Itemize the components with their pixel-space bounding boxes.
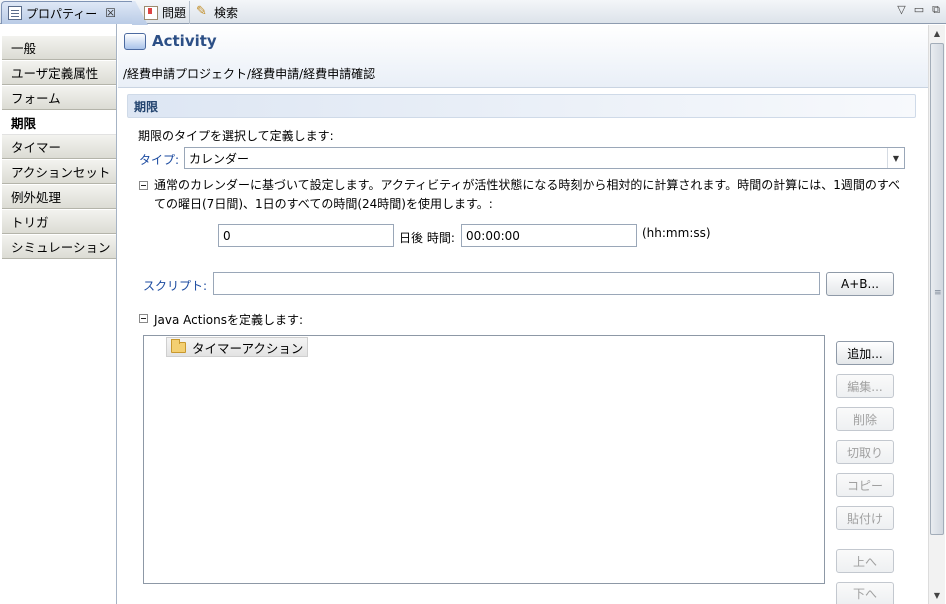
days-input[interactable]: 0 [218,224,394,247]
sidebar-item-trigger[interactable]: トリガ [2,210,116,234]
cut-button[interactable]: 切取り [836,440,894,464]
java-actions-list[interactable]: タイマーアクション [143,335,825,584]
sidebar-item-form[interactable]: フォーム [2,86,116,110]
deadline-intro: 期限のタイプを選択して定義します: [138,129,334,143]
page-title: Activity [152,32,217,50]
sidebar-item-deadline[interactable]: 期限 [2,111,116,135]
sidebar-item-exception[interactable]: 例外処理 [2,185,116,209]
close-icon[interactable]: ☒ [105,6,116,20]
grip-icon: ≡ [934,288,942,298]
copy-button[interactable]: コピー [836,473,894,497]
list-item-label: タイマーアクション [192,340,304,356]
paste-button[interactable]: 貼付け [836,506,894,530]
tab-search[interactable]: 検索 [189,1,244,24]
properties-header: Activity /経費申請プロジェクト/経費申請/経費申請確認 [118,25,928,88]
sidebar-item-user-attributes[interactable]: ユーザ定義属性 [2,61,116,85]
scrollbar-thumb[interactable]: ≡ [930,43,944,535]
scroll-up-icon[interactable]: ▲ [929,25,945,42]
maximize-icon[interactable]: ⧉ [932,3,940,17]
tab-properties-label: プロパティー [26,6,98,21]
tab-problems[interactable]: 問題 [138,1,192,24]
element-path: /経費申請プロジェクト/経費申請/経費申請確認 [123,67,376,81]
tab-search-label: 検索 [214,6,239,20]
section-header-deadline: 期限 [127,94,916,118]
script-editor-button[interactable]: A+B... [826,272,894,296]
sidebar-item-general[interactable]: 一般 [2,36,116,60]
properties-icon [8,6,22,20]
collapse-icon[interactable] [139,181,148,190]
search-icon [196,4,210,20]
time-format-hint: (hh:mm:ss) [642,226,711,240]
type-select[interactable]: カレンダー ▼ [184,147,905,169]
java-actions-label: Java Actionsを定義します: [154,313,304,327]
sidebar-item-action-set[interactable]: アクションセット [2,160,116,184]
problems-icon [144,5,158,20]
property-sidebar: 一般 ユーザ定義属性 フォーム 期限 タイマー アクションセット 例外処理 トリ… [0,24,117,604]
vertical-scrollbar[interactable]: ▲ ≡ ▼ [928,25,945,604]
folder-open-icon [171,338,186,353]
minimize-icon[interactable]: ▭ [914,3,924,17]
activity-icon [124,33,146,50]
type-label: タイプ: [139,153,180,167]
move-down-button[interactable]: 下へ [836,582,894,604]
sidebar-item-simulation[interactable]: シミュレーション [2,235,116,259]
move-up-button[interactable]: 上へ [836,549,894,573]
script-input[interactable] [213,272,820,295]
edit-button[interactable]: 編集... [836,374,894,398]
view-tab-bar: プロパティー ☒ 問題 検索 ▽ ▭ ⧉ [0,0,946,24]
collapse-icon[interactable] [139,314,148,323]
tab-properties[interactable]: プロパティー ☒ [1,1,135,24]
scroll-down-icon[interactable]: ▼ [929,587,945,604]
view-menu-icon[interactable]: ▽ [897,3,905,17]
days-after-label: 日後 時間: [399,231,455,245]
time-input[interactable]: 00:00:00 [461,224,637,247]
type-select-value: カレンダー [189,151,250,166]
script-label: スクリプト: [143,279,208,293]
list-item[interactable]: タイマーアクション [166,337,309,357]
sidebar-item-timer[interactable]: タイマー [2,135,116,159]
chevron-down-icon[interactable]: ▼ [887,148,904,168]
view-window-controls: ▽ ▭ ⧉ [897,3,940,17]
add-button[interactable]: 追加... [836,341,894,365]
delete-button[interactable]: 削除 [836,407,894,431]
calendar-description: 通常のカレンダーに基づいて設定します。アクティビティが活性状態になる時刻から相対… [154,178,901,211]
tab-problems-label: 問題 [162,6,187,20]
